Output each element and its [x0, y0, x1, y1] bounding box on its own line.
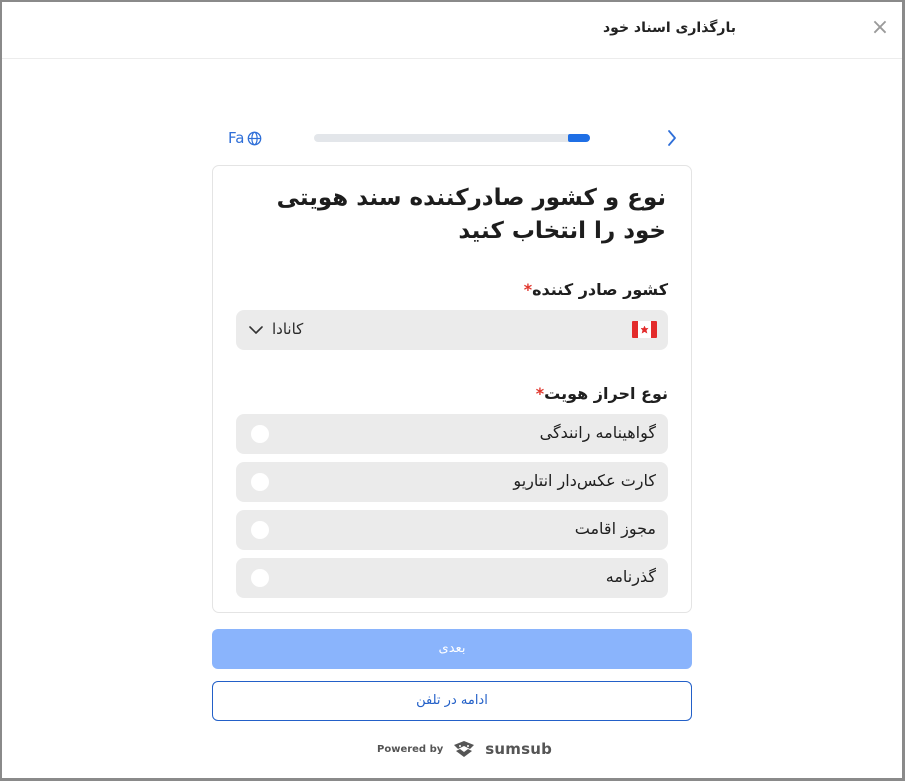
doc-option-drivers-license[interactable]: گواهینامه رانندگی [236, 414, 668, 454]
required-mark: * [535, 384, 545, 403]
language-code: Fa [228, 129, 245, 147]
globe-icon [248, 131, 262, 145]
sumsub-logo-icon [454, 741, 475, 757]
country-label: کشور صادر کننده* [524, 280, 668, 299]
country-label-text: کشور صادر کننده [532, 280, 668, 299]
doc-option-passport[interactable]: گذرنامه [236, 558, 668, 598]
language-switcher[interactable]: Fa [228, 129, 262, 147]
progress-fill [567, 134, 590, 142]
next-button[interactable]: بعدی [212, 629, 692, 669]
chevron-right-icon[interactable] [664, 128, 680, 148]
required-mark: * [523, 280, 533, 299]
doc-type-label-text: نوع احراز هویت [544, 384, 668, 403]
powered-by-footer: Powered by sumsub [377, 739, 552, 759]
modal-title: بارگذاری اسناد خود [602, 20, 736, 36]
country-select[interactable]: کانادا [236, 310, 668, 350]
option-label: گواهینامه رانندگی [539, 423, 656, 442]
chevron-down-icon [249, 326, 263, 334]
close-icon[interactable]: × [870, 17, 890, 39]
doc-option-ontario-photo-card[interactable]: کارت عکس‌دار انتاریو [236, 462, 668, 502]
doc-option-residence-permit[interactable]: مجوز اقامت [236, 510, 668, 550]
form-title: نوع و کشور صادرکننده سند هویتی خود را ان… [276, 185, 666, 244]
upload-documents-modal: بارگذاری اسناد خود × Fa نوع و کشور صادرک… [2, 2, 902, 778]
powered-by-text: Powered by [377, 743, 444, 755]
progress-bar [314, 134, 590, 142]
country-value: کانادا [272, 320, 304, 338]
radio-button[interactable] [251, 473, 269, 491]
radio-button[interactable] [251, 521, 269, 539]
option-label: کارت عکس‌دار انتاریو [513, 471, 656, 490]
sumsub-brand: sumsub [485, 740, 553, 758]
option-label: مجوز اقامت [574, 519, 656, 538]
continue-on-phone-button[interactable]: ادامه در تلفن [212, 681, 692, 721]
canada-flag-icon [632, 321, 657, 338]
radio-button[interactable] [251, 425, 269, 443]
step-bar: Fa [2, 122, 902, 152]
doc-type-label: نوع احراز هویت* [536, 384, 668, 403]
option-label: گذرنامه [605, 567, 656, 586]
radio-button[interactable] [251, 569, 269, 587]
modal-header: بارگذاری اسناد خود × [2, 2, 902, 59]
document-form-card: نوع و کشور صادرکننده سند هویتی خود را ان… [212, 165, 692, 613]
